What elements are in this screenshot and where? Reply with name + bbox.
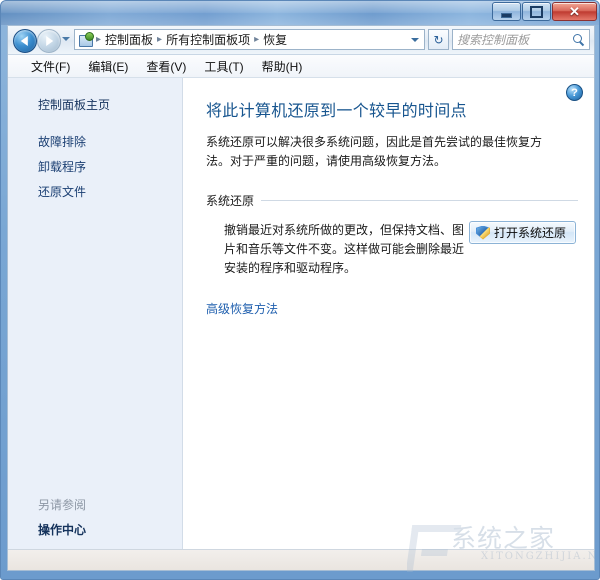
menu-item-view[interactable]: 查看(V)	[137, 56, 195, 77]
search-input[interactable]: 搜索控制面板	[457, 31, 572, 48]
menu-item-help[interactable]: 帮助(H)	[253, 56, 312, 77]
breadcrumb-separator: ▸	[157, 34, 163, 45]
control-panel-icon	[78, 32, 94, 47]
sidebar-item-troubleshoot[interactable]: 故障排除	[38, 129, 182, 154]
system-restore-section: 系统还原 撤销最近对系统所做的更改，但保持文档、图片和音乐等文件不变。这样做可能…	[206, 192, 578, 278]
address-bar[interactable]: ▸ 控制面板 ▸ 所有控制面板项 ▸ 恢复	[74, 29, 425, 50]
close-icon: ✕	[569, 3, 580, 19]
refresh-button[interactable]: ↻	[428, 29, 449, 50]
open-system-restore-button[interactable]: 打开系统还原	[468, 221, 576, 244]
forward-button[interactable]	[37, 29, 61, 53]
maximize-icon	[530, 5, 543, 18]
main-content: ? 将此计算机还原到一个较早的时间点 系统还原可以解决很多系统问题，因此是首先尝…	[183, 78, 594, 552]
help-icon[interactable]: ?	[566, 84, 583, 101]
section-header: 系统还原	[206, 192, 578, 209]
section-divider	[261, 200, 578, 201]
open-system-restore-label: 打开系统还原	[493, 226, 566, 240]
body-split: 控制面板主页 故障排除 卸载程序 还原文件 另请参阅 操作中心 ? 将此计算机还…	[8, 78, 594, 552]
section-row: 撤销最近对系统所做的更改，但保持文档、图片和音乐等文件不变。这样做可能会删除最近…	[206, 221, 578, 278]
minimize-button[interactable]	[492, 2, 521, 21]
client-area: ▸ 控制面板 ▸ 所有控制面板项 ▸ 恢复 ↻ 搜索控制面板 文件(F) 编辑(…	[7, 25, 595, 571]
sidebar-item-uninstall-programs[interactable]: 卸载程序	[38, 154, 182, 179]
sidebar-item-restore-files[interactable]: 还原文件	[38, 179, 182, 204]
breadcrumb-separator: ▸	[96, 34, 102, 45]
see-also-heading: 另请参阅	[38, 498, 87, 512]
status-bar	[8, 549, 594, 570]
minimize-icon	[501, 12, 512, 18]
menu-bar: 文件(F) 编辑(E) 查看(V) 工具(T) 帮助(H)	[8, 55, 594, 78]
page-description: 系统还原可以解决很多系统问题，因此是首先尝试的最佳恢复方法。对于严重的问题，请使…	[206, 135, 543, 168]
menu-item-edit[interactable]: 编辑(E)	[79, 56, 137, 77]
breadcrumb-separator: ▸	[254, 34, 260, 45]
sidebar-see-also: 另请参阅 操作中心	[8, 492, 182, 542]
control-panel-window: ✕ ▸ 控制面板 ▸ 所有控制面板项 ▸ 恢复 ↻ 搜索控制面板 文件(F) 编…	[0, 0, 600, 580]
uac-shield-icon	[475, 225, 490, 240]
title-bar[interactable]: ✕	[1, 1, 599, 25]
refresh-icon: ↻	[433, 32, 444, 47]
breadcrumb-item-control-panel[interactable]: 控制面板	[102, 31, 156, 48]
sidebar: 控制面板主页 故障排除 卸载程序 还原文件 另请参阅 操作中心	[8, 78, 183, 552]
sidebar-item-action-center[interactable]: 操作中心	[38, 517, 182, 542]
address-dropdown-icon[interactable]	[411, 37, 419, 42]
forward-arrow-icon	[46, 36, 54, 46]
breadcrumb-item-recovery[interactable]: 恢复	[260, 31, 290, 48]
advanced-recovery-link[interactable]: 高级恢复方法	[206, 300, 278, 317]
menu-item-file[interactable]: 文件(F)	[22, 56, 79, 77]
search-icon	[572, 33, 585, 47]
back-arrow-icon	[20, 36, 28, 46]
sidebar-top-links: 控制面板主页 故障排除 卸载程序 还原文件	[8, 78, 182, 204]
section-description: 撤销最近对系统所做的更改，但保持文档、图片和音乐等文件不变。这样做可能会删除最近…	[224, 223, 465, 275]
menu-item-tools[interactable]: 工具(T)	[195, 56, 252, 77]
breadcrumb-item-all-items[interactable]: 所有控制面板项	[163, 31, 253, 48]
navigation-bar: ▸ 控制面板 ▸ 所有控制面板项 ▸ 恢复 ↻ 搜索控制面板	[8, 26, 594, 55]
sidebar-item-control-panel-home[interactable]: 控制面板主页	[38, 92, 182, 117]
page-title: 将此计算机还原到一个较早的时间点	[206, 103, 467, 120]
back-button[interactable]	[13, 29, 37, 53]
search-box[interactable]: 搜索控制面板	[452, 29, 590, 50]
close-button[interactable]: ✕	[552, 2, 597, 21]
window-controls: ✕	[491, 2, 597, 21]
maximize-button[interactable]	[522, 2, 551, 21]
section-heading-label: 系统还原	[206, 194, 255, 208]
history-dropdown-icon[interactable]	[62, 37, 70, 41]
